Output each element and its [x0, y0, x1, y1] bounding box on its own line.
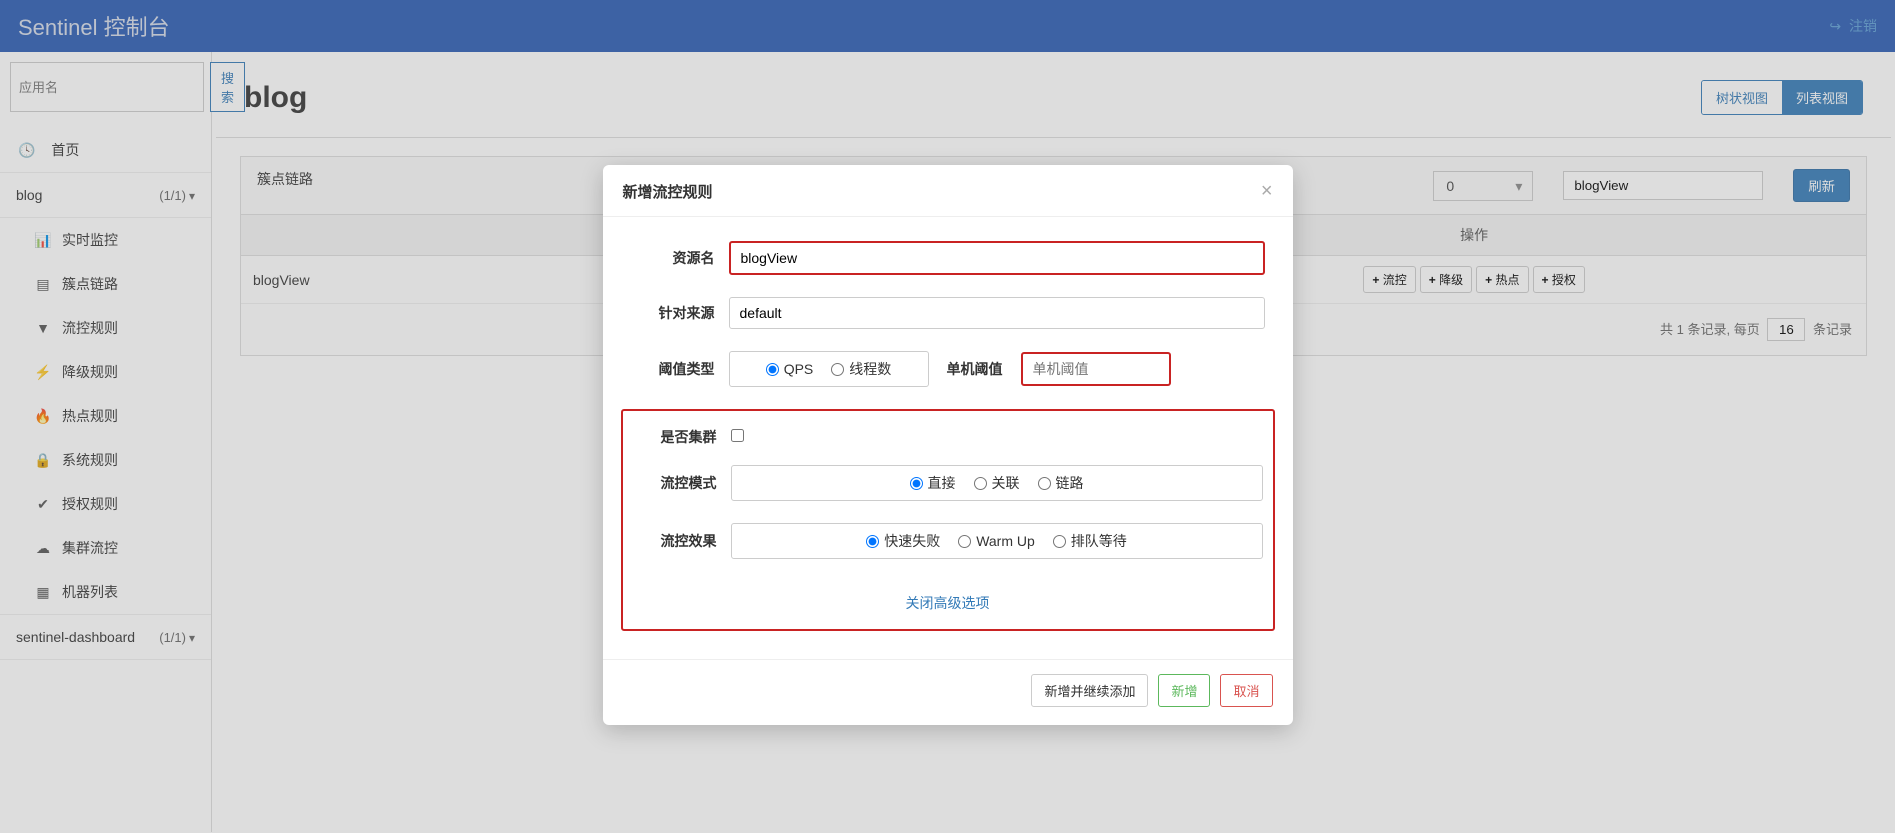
origin-input[interactable] — [729, 297, 1265, 329]
radio-threads[interactable]: 线程数 — [831, 359, 891, 379]
modal-overlay: 新增流控规则 × 资源名 针对来源 阈值类型 QPS 线程数 单机阈值 — [0, 0, 1895, 833]
add-button[interactable]: 新增 — [1158, 674, 1210, 707]
cancel-button[interactable]: 取消 — [1220, 674, 1272, 707]
effect-label: 流控效果 — [633, 531, 731, 551]
radio-mode-assoc[interactable]: 关联 — [974, 473, 1020, 493]
threshold-type-label: 阈值类型 — [631, 359, 729, 379]
effect-group: 快速失败 Warm Up 排队等待 — [731, 523, 1263, 559]
modal-title: 新增流控规则 — [623, 181, 713, 202]
close-advanced-link[interactable]: 关闭高级选项 — [633, 581, 1263, 623]
resource-label: 资源名 — [631, 248, 729, 268]
mode-group: 直接 关联 链路 — [731, 465, 1263, 501]
radio-effect-queue[interactable]: 排队等待 — [1053, 531, 1127, 551]
resource-input[interactable] — [729, 241, 1265, 275]
radio-effect-warm[interactable]: Warm Up — [958, 533, 1035, 549]
single-threshold-input[interactable] — [1021, 352, 1171, 386]
radio-mode-direct[interactable]: 直接 — [910, 473, 956, 493]
single-threshold-label: 单机阈值 — [943, 359, 1007, 379]
cluster-label: 是否集群 — [633, 427, 731, 447]
mode-label: 流控模式 — [633, 473, 731, 493]
threshold-type-group: QPS 线程数 — [729, 351, 929, 387]
radio-qps[interactable]: QPS — [766, 361, 814, 377]
origin-label: 针对来源 — [631, 303, 729, 323]
cluster-checkbox[interactable] — [731, 429, 744, 442]
advanced-section: 是否集群 流控模式 直接 关联 链路 流控效果 — [621, 409, 1275, 631]
radio-mode-chain[interactable]: 链路 — [1038, 473, 1084, 493]
close-icon[interactable]: × — [1261, 181, 1273, 202]
flow-rule-modal: 新增流控规则 × 资源名 针对来源 阈值类型 QPS 线程数 单机阈值 — [603, 165, 1293, 725]
add-continue-button[interactable]: 新增并继续添加 — [1031, 674, 1148, 707]
radio-effect-fail[interactable]: 快速失败 — [866, 531, 940, 551]
